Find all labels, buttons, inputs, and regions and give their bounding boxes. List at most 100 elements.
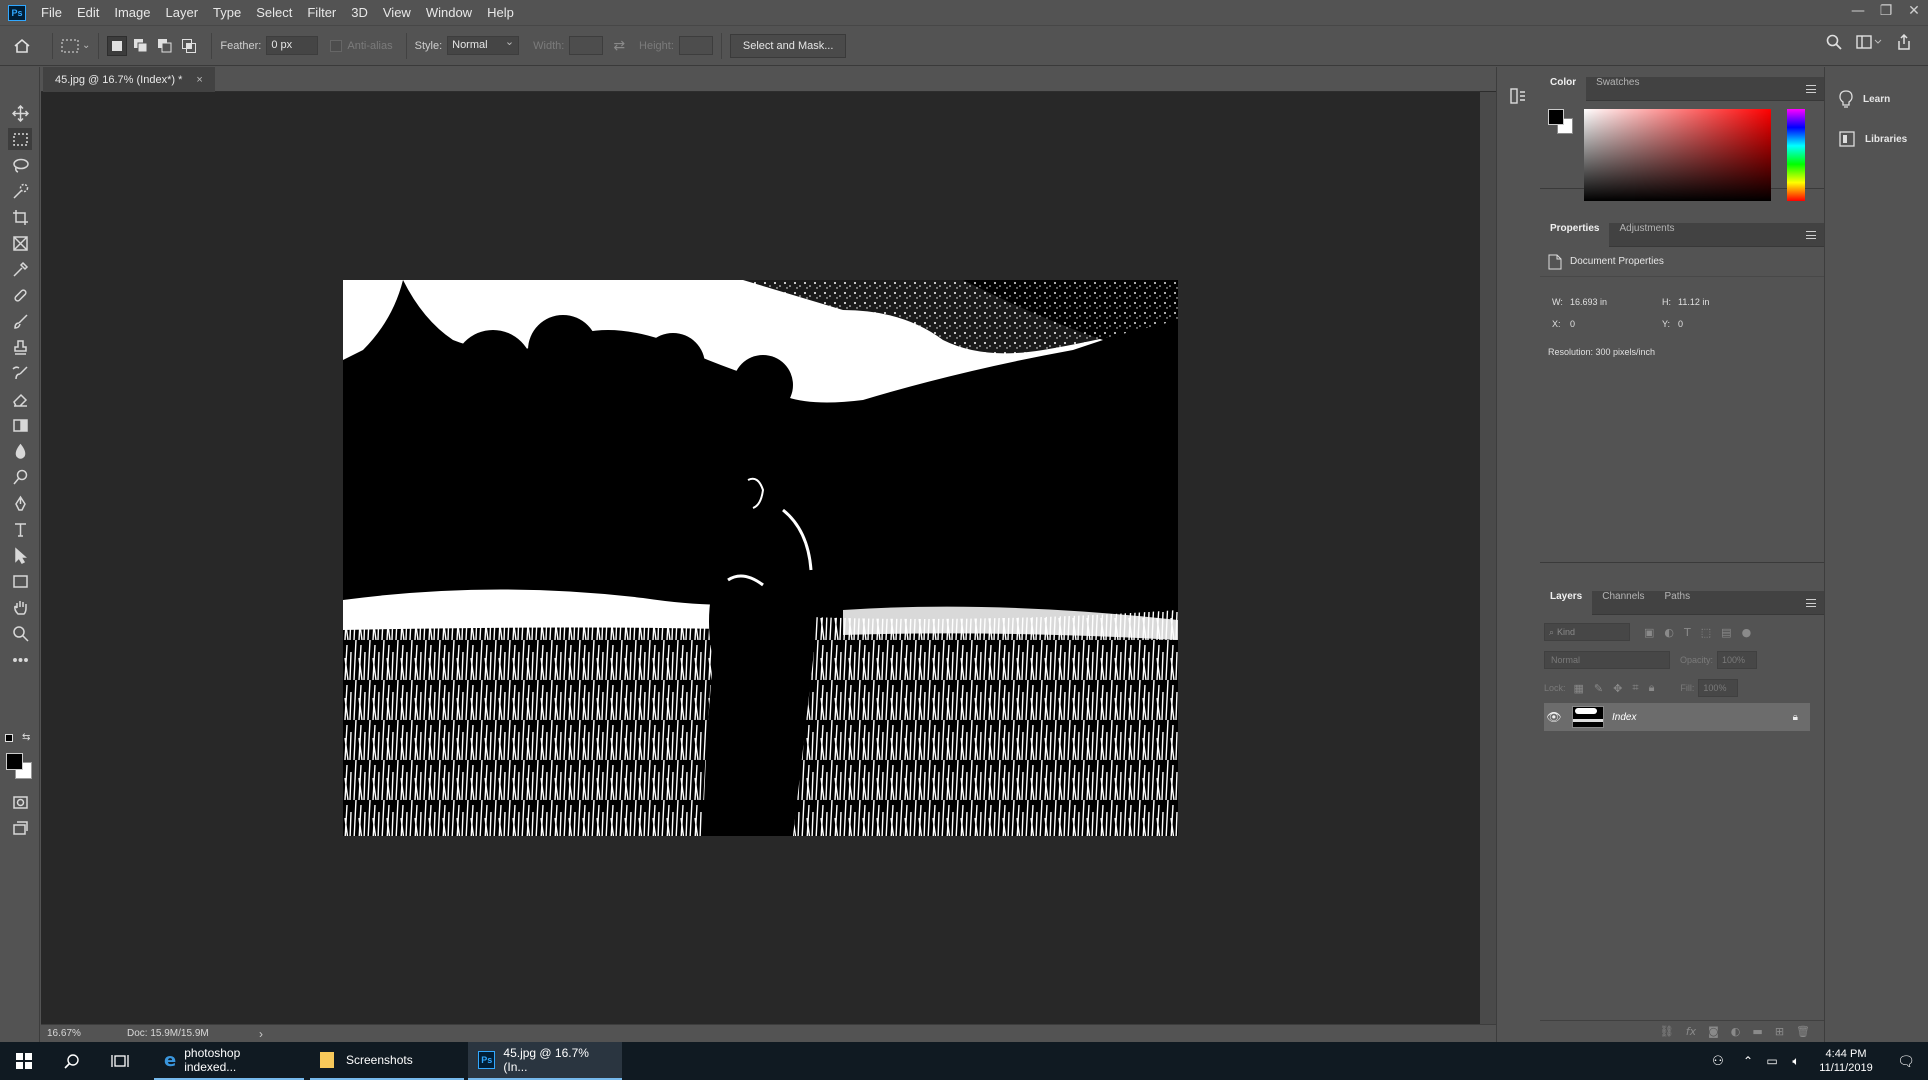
clock[interactable]: 4:44 PM 11/11/2019 (1808, 1047, 1884, 1075)
tab-layers[interactable]: Layers (1540, 590, 1593, 615)
width-value[interactable]: 16.693 in (1570, 297, 1662, 307)
new-layer-icon[interactable]: ⊞ (1775, 1025, 1784, 1038)
gradient-tool[interactable] (0, 412, 40, 438)
pen-tool[interactable] (0, 490, 40, 516)
tab-adjustments[interactable]: Adjustments (1609, 223, 1684, 247)
width-input[interactable] (569, 36, 604, 55)
canvas-area[interactable] (41, 92, 1480, 1024)
height-value[interactable]: 11.12 in (1678, 297, 1709, 307)
antialias-checkbox[interactable] (330, 39, 343, 52)
hue-slider[interactable] (1787, 109, 1805, 201)
panel-menu-icon[interactable] (1806, 599, 1816, 607)
people-icon[interactable]: ⚇ (1700, 1053, 1736, 1069)
task-view-button[interactable] (96, 1042, 144, 1080)
minimize-button[interactable]: — (1844, 0, 1872, 25)
volume-icon[interactable]: 🔈︎ (1784, 1054, 1808, 1069)
blend-mode-select[interactable]: Normal (1544, 651, 1670, 669)
default-colors-icon[interactable] (5, 734, 13, 742)
layer-name[interactable]: Index (1612, 712, 1636, 723)
move-tool[interactable] (0, 100, 40, 126)
lasso-tool[interactable] (0, 152, 40, 178)
close-button[interactable]: ✕ (1900, 0, 1928, 25)
taskbar-app-explorer[interactable]: Screenshots (310, 1042, 464, 1080)
marquee-preset-picker[interactable]: ⌄ (61, 39, 90, 53)
blur-tool[interactable] (0, 438, 40, 464)
eyedropper-tool[interactable] (0, 256, 40, 282)
panel-menu-icon[interactable] (1806, 231, 1816, 239)
mini-foreground-swatch[interactable] (1548, 109, 1564, 125)
link-layers-icon[interactable]: ⛓︎ (1660, 1025, 1674, 1038)
tab-channels[interactable]: Channels (1592, 591, 1654, 615)
crop-tool[interactable] (0, 204, 40, 230)
menu-help[interactable]: Help (481, 5, 523, 20)
height-input[interactable] (678, 36, 713, 55)
learn-button[interactable]: Learn (1825, 81, 1928, 117)
lock-transparent-icon[interactable]: ▦ (1574, 682, 1584, 695)
menu-select[interactable]: Select (250, 5, 301, 20)
menu-image[interactable]: Image (108, 5, 159, 20)
show-hidden-icons[interactable]: ⌃ (1736, 1054, 1760, 1068)
swap-width-height-icon[interactable]: ⇄ (613, 38, 625, 54)
search-icon[interactable] (1826, 34, 1842, 50)
new-group-icon[interactable]: ▬ (1752, 1025, 1762, 1038)
style-select[interactable]: Normal (447, 35, 520, 55)
menu-layer[interactable]: Layer (160, 5, 208, 20)
foreground-color-swatch[interactable] (6, 753, 23, 770)
tab-color[interactable]: Color (1540, 76, 1587, 101)
document-image[interactable] (343, 280, 1178, 836)
menu-window[interactable]: Window (420, 5, 481, 20)
intersect-selection-button[interactable] (179, 36, 199, 56)
zoom-level[interactable]: 16.67% (47, 1028, 107, 1039)
lock-all-icon[interactable]: 🔒︎ (1649, 682, 1655, 695)
quick-selection-tool[interactable] (0, 178, 40, 204)
menu-file[interactable]: File (35, 5, 71, 20)
vertical-scrollbar[interactable] (1480, 92, 1496, 1024)
search-button[interactable] (48, 1042, 96, 1080)
menu-filter[interactable]: Filter (301, 5, 345, 20)
screen-mode-button[interactable] (0, 815, 40, 841)
share-icon[interactable] (1896, 34, 1912, 50)
layer-row[interactable]: 👁︎ Index 🔒︎ (1544, 703, 1810, 731)
type-filter-icon[interactable]: T (1684, 626, 1691, 639)
zoom-tool[interactable] (0, 620, 40, 646)
opacity-input[interactable]: 100% (1717, 651, 1758, 669)
taskbar-app-edge[interactable]: e photoshop indexed... (154, 1042, 304, 1080)
panel-menu-icon[interactable] (1806, 85, 1816, 93)
tab-properties[interactable]: Properties (1540, 222, 1610, 247)
select-and-mask-button[interactable]: Select and Mask... (729, 33, 847, 58)
menu-3d[interactable]: 3D (345, 5, 377, 20)
frame-tool[interactable] (0, 230, 40, 256)
start-button[interactable] (0, 1042, 48, 1080)
smart-object-filter-icon[interactable]: ▤ (1721, 626, 1731, 639)
close-tab-icon[interactable]: × (196, 74, 202, 86)
type-tool[interactable] (0, 516, 40, 542)
y-value[interactable]: 0 (1678, 319, 1683, 329)
lock-artboard-icon[interactable]: ⌗ (1632, 682, 1638, 695)
history-brush-tool[interactable] (0, 360, 40, 386)
menu-edit[interactable]: Edit (71, 5, 108, 20)
quick-mask-button[interactable] (0, 789, 40, 815)
tab-swatches[interactable]: Swatches (1586, 77, 1649, 101)
rectangular-marquee-tool[interactable] (0, 126, 40, 152)
hand-tool[interactable] (0, 594, 40, 620)
dodge-tool[interactable] (0, 464, 40, 490)
add-selection-button[interactable] (131, 36, 151, 56)
libraries-button[interactable]: Libraries (1825, 121, 1928, 157)
rectangle-tool[interactable] (0, 568, 40, 594)
notifications-icon[interactable]: 🗨︎ (1884, 1053, 1928, 1070)
swap-colors-icon[interactable]: ⇆ (22, 732, 30, 743)
shape-filter-icon[interactable]: ⬚ (1701, 626, 1711, 639)
layer-style-icon[interactable]: fx (1686, 1025, 1696, 1038)
x-value[interactable]: 0 (1570, 319, 1662, 329)
foreground-background-colors[interactable]: ⇆ (5, 732, 36, 783)
lock-position-icon[interactable]: ✥ (1613, 682, 1622, 695)
restore-button[interactable]: ❐ (1872, 0, 1900, 25)
menu-view[interactable]: View (377, 5, 420, 20)
menu-type[interactable]: Type (207, 5, 250, 20)
adjustment-layer-icon[interactable]: ◐ (1731, 1025, 1741, 1038)
document-tab[interactable]: 45.jpg @ 16.7% (Index*) * × (43, 67, 215, 92)
feather-input[interactable]: 0 px (266, 36, 319, 55)
color-field[interactable] (1584, 109, 1771, 201)
status-menu-arrow[interactable]: › (259, 1027, 263, 1041)
workspace-icon[interactable] (1856, 34, 1882, 50)
